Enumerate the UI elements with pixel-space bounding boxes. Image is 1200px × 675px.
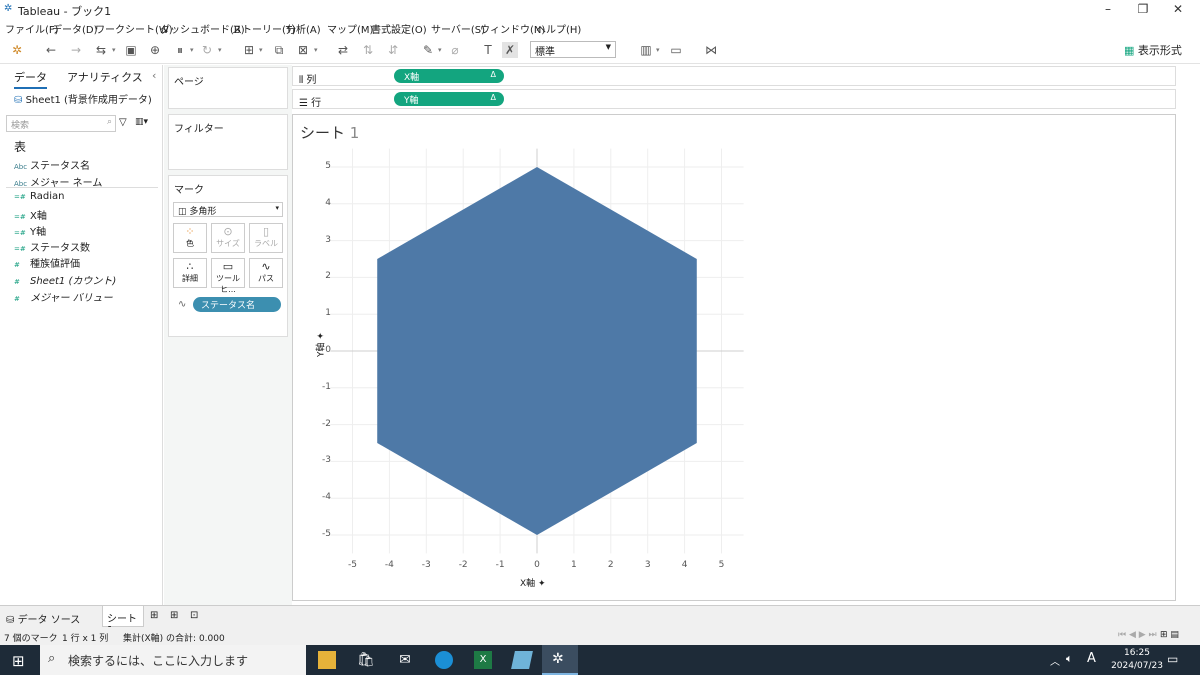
y-tick-label: -2 bbox=[322, 418, 331, 429]
sheet-nav-icons[interactable]: ⏮ ◀ ▶ ⏭ bbox=[1118, 630, 1157, 640]
x-tick-label: -1 bbox=[495, 560, 505, 570]
search-icon: ⌕ bbox=[48, 651, 56, 666]
status-marks: 7 個のマーク bbox=[4, 634, 58, 644]
y-tick-label: 1 bbox=[325, 308, 331, 319]
store-icon[interactable]: 🛍︎ bbox=[357, 651, 375, 669]
new-worksheet-icon[interactable]: ⊞ bbox=[150, 610, 158, 621]
new-dashboard-icon[interactable]: ⊞ bbox=[170, 610, 178, 621]
status-rows-cols: 1 行 x 1 列 bbox=[62, 634, 109, 644]
pin-icon: ✦ bbox=[316, 332, 327, 340]
new-story-icon[interactable]: ⊡ bbox=[190, 610, 198, 621]
chart-plot[interactable] bbox=[0, 0, 1200, 675]
x-tick-label: 4 bbox=[681, 560, 688, 570]
y-tick-label: -4 bbox=[322, 492, 331, 503]
app-icon[interactable] bbox=[511, 651, 533, 669]
x-tick-label: -2 bbox=[458, 560, 468, 570]
polygon-mark[interactable] bbox=[377, 167, 697, 535]
x-axis-title: X軸 bbox=[520, 579, 536, 589]
y-axis-title: Y軸 bbox=[316, 342, 327, 357]
y-tick-label: 3 bbox=[325, 234, 331, 245]
tab-sheet1[interactable]: シート 1 bbox=[102, 606, 144, 636]
sheet-sorter-icon[interactable]: ⊞ ▤ bbox=[1160, 630, 1179, 640]
x-tick-label: 0 bbox=[534, 560, 540, 570]
excel-icon[interactable]: X bbox=[474, 651, 492, 669]
tableau-logo-icon: ✲ bbox=[552, 651, 564, 667]
mail-icon[interactable]: ✉ bbox=[396, 651, 414, 669]
status-sum: 集計(X軸) の合計: 0.000 bbox=[123, 634, 225, 644]
x-tick-label: 1 bbox=[571, 560, 577, 570]
x-tick-label: 2 bbox=[607, 560, 614, 570]
sheet-tab-bar: ⛁ データ ソース シート 1 ⊞ ⊞ ⊡ bbox=[0, 605, 1200, 636]
y-tick-label: 4 bbox=[325, 197, 331, 208]
clock-date[interactable]: 2024/07/23 bbox=[1104, 661, 1170, 671]
tab-datasource-label: データ ソース bbox=[17, 615, 81, 626]
y-tick-label: 2 bbox=[325, 271, 331, 282]
y-tick-label: -5 bbox=[322, 529, 331, 539]
status-bar: 7 個のマーク 1 行 x 1 列 集計(X軸) の合計: 0.000 ⏮ ◀ … bbox=[0, 627, 1200, 645]
clock-time[interactable]: 16:25 bbox=[1117, 648, 1157, 658]
notification-icon[interactable]: ▭ bbox=[1167, 652, 1178, 666]
x-tick-label: -4 bbox=[384, 560, 394, 570]
x-tick-label: 5 bbox=[718, 560, 725, 570]
tray-chevron-icon[interactable]: ︿ bbox=[1050, 653, 1060, 668]
ime-indicator[interactable]: A bbox=[1087, 651, 1096, 666]
file-explorer-icon[interactable] bbox=[318, 651, 336, 669]
taskbar-search-input[interactable]: ⌕ 検索するには、ここに入力します bbox=[40, 645, 306, 675]
windows-start-icon[interactable]: ⊞ bbox=[12, 652, 25, 670]
datasource-icon: ⛁ bbox=[6, 615, 18, 626]
y-tick-label: 5 bbox=[325, 161, 331, 171]
x-tick-label: -5 bbox=[348, 560, 357, 570]
edge-icon[interactable] bbox=[435, 651, 453, 669]
y-axis-label[interactable]: Y軸 ✦ bbox=[314, 325, 327, 365]
volume-icon[interactable]: 🔈︎ bbox=[1066, 652, 1073, 666]
x-tick-label: 3 bbox=[644, 560, 651, 570]
pin-icon: ✦ bbox=[538, 579, 546, 589]
x-axis-label[interactable]: X軸 ✦ bbox=[520, 576, 546, 589]
y-tick-label: -1 bbox=[322, 381, 331, 392]
y-tick-label: -3 bbox=[322, 455, 331, 466]
taskbar-search-placeholder: 検索するには、ここに入力します bbox=[68, 654, 249, 668]
tab-datasource[interactable]: ⛁ データ ソース bbox=[6, 611, 80, 626]
x-tick-label: -3 bbox=[421, 560, 431, 570]
